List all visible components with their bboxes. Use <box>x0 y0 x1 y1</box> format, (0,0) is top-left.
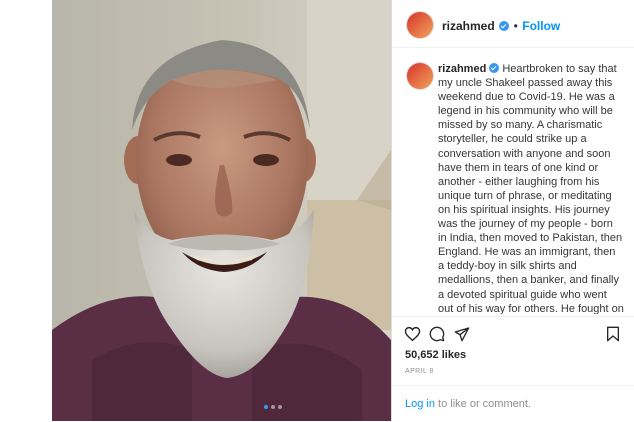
caption-area[interactable]: rizahmed Heartbroken to say that my uncl… <box>392 48 634 314</box>
comment-icon <box>429 326 445 342</box>
share-button[interactable] <box>454 326 470 347</box>
caption-text: Heartbroken to say that my uncle Shakeel… <box>438 63 624 314</box>
portrait-image <box>52 0 391 421</box>
save-button[interactable] <box>606 326 620 347</box>
login-prompt: Log in to like or comment. <box>405 398 531 410</box>
comment-button[interactable] <box>429 326 445 347</box>
login-link[interactable]: Log in <box>405 398 435 410</box>
post-side-panel: rizahmed • Follow rizahmed Heartbroken t… <box>391 0 634 421</box>
verified-badge-icon <box>489 63 500 73</box>
carousel-dot-2 <box>271 405 275 409</box>
post-header: rizahmed • Follow <box>392 0 634 48</box>
share-icon <box>454 327 470 342</box>
page-margin <box>0 0 52 421</box>
heart-icon <box>404 326 421 342</box>
comment-login-row: Log in to like or comment. <box>392 385 634 422</box>
caption-avatar[interactable] <box>406 62 434 90</box>
post-actions: 50,652 likes APRIL 8 Log in to like or c… <box>392 316 634 421</box>
carousel-indicator <box>264 405 282 409</box>
carousel-dot-3 <box>278 405 282 409</box>
like-count[interactable]: 50,652 likes <box>405 349 466 361</box>
caption-username[interactable]: rizahmed <box>438 63 486 75</box>
verified-badge-icon <box>499 21 510 31</box>
separator-dot: • <box>513 19 518 33</box>
post-date[interactable]: APRIL 8 <box>405 368 434 375</box>
login-prompt-text: to like or comment. <box>434 398 531 410</box>
username-link[interactable]: rizahmed <box>442 19 495 33</box>
avatar[interactable] <box>406 11 434 39</box>
like-button[interactable] <box>404 326 421 347</box>
bookmark-icon <box>607 326 619 342</box>
post-photo[interactable] <box>52 0 391 421</box>
follow-button[interactable]: Follow <box>522 19 560 33</box>
carousel-dot-1 <box>264 405 268 409</box>
caption: rizahmed Heartbroken to say that my uncl… <box>438 62 624 314</box>
